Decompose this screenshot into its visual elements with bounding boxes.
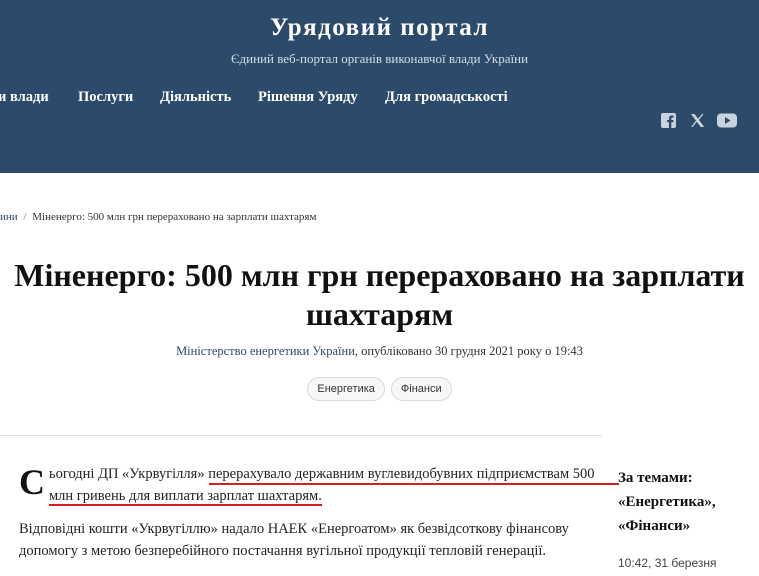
site-subtitle: Єдиний веб-портал органів виконавчої вла… xyxy=(230,51,529,66)
lead-paragraph: Сьогодні ДП «Укрвугілля» перерахувало де… xyxy=(19,462,619,507)
breadcrumb-parent-link[interactable]: ини xyxy=(0,211,18,223)
site-header: Урядовий портал Єдиний веб-портал органі… xyxy=(0,0,759,173)
nav-item-activity[interactable]: Діяльність xyxy=(160,89,231,106)
article-meta: Міністерство енергетики України, опублік… xyxy=(0,344,759,359)
lead-highlight-2: млн гривень для виплати зарплат шахтарям… xyxy=(49,488,322,506)
tag-finance[interactable]: Фінанси xyxy=(390,377,452,401)
nav-item-public[interactable]: Для громадськості xyxy=(385,89,508,106)
page-title-line-2: шахтарям xyxy=(305,296,454,332)
drop-cap: С xyxy=(19,462,45,502)
x-icon[interactable] xyxy=(690,113,705,128)
body-paragraph: Відповідні кошти «Укрвугіллю» надало НАЕ… xyxy=(19,521,569,559)
related-topics-heading: За темами: «Енергетика», «Фінанси» xyxy=(618,466,753,538)
article-body: Сьогодні ДП «Укрвугілля» перерахувало де… xyxy=(19,462,619,562)
related-topics: За темами: «Енергетика», «Фінанси» 10:42… xyxy=(618,466,753,570)
facebook-icon[interactable] xyxy=(661,113,676,128)
breadcrumb: ини / Міненерго: 500 млн грн перерахован… xyxy=(0,211,316,223)
youtube-icon[interactable] xyxy=(717,113,737,128)
highlight-underline xyxy=(209,483,619,485)
publish-date: , опубліковано 30 грудня 2021 року о 19:… xyxy=(354,344,583,358)
breadcrumb-current: Міненерго: 500 млн грн перераховано на з… xyxy=(32,211,317,223)
tag-energy[interactable]: Енергетика xyxy=(307,377,385,401)
lead-text-start: ьогодні ДП «Укрвугілля» xyxy=(49,466,209,482)
content-divider xyxy=(0,435,602,436)
nav-item-decisions[interactable]: Рішення Уряду xyxy=(258,89,358,106)
related-news-time: 10:42, 31 березня xyxy=(618,556,717,570)
page-title-line-1: Міненерго: 500 млн грн перераховано на з… xyxy=(14,257,745,293)
nav-item-services[interactable]: Послуги xyxy=(78,89,133,106)
related-heading-line-1: За темами: xyxy=(618,470,693,486)
related-topic-energy[interactable]: «Енергетика», xyxy=(618,494,716,510)
breadcrumb-separator: / xyxy=(23,211,27,223)
site-title[interactable]: Урядовий портал xyxy=(0,14,759,42)
author-link[interactable]: Міністерство енергетики України xyxy=(176,344,355,358)
tag-list: Енергетика Фінанси xyxy=(0,377,759,401)
related-topic-finance[interactable]: «Фінанси» xyxy=(618,518,690,534)
nav-item-government[interactable]: и влади xyxy=(0,89,49,106)
page-title: Міненерго: 500 млн грн перераховано на з… xyxy=(0,256,759,334)
lead-highlight-1: перерахувало державним вуглевидобувних п… xyxy=(208,466,595,482)
